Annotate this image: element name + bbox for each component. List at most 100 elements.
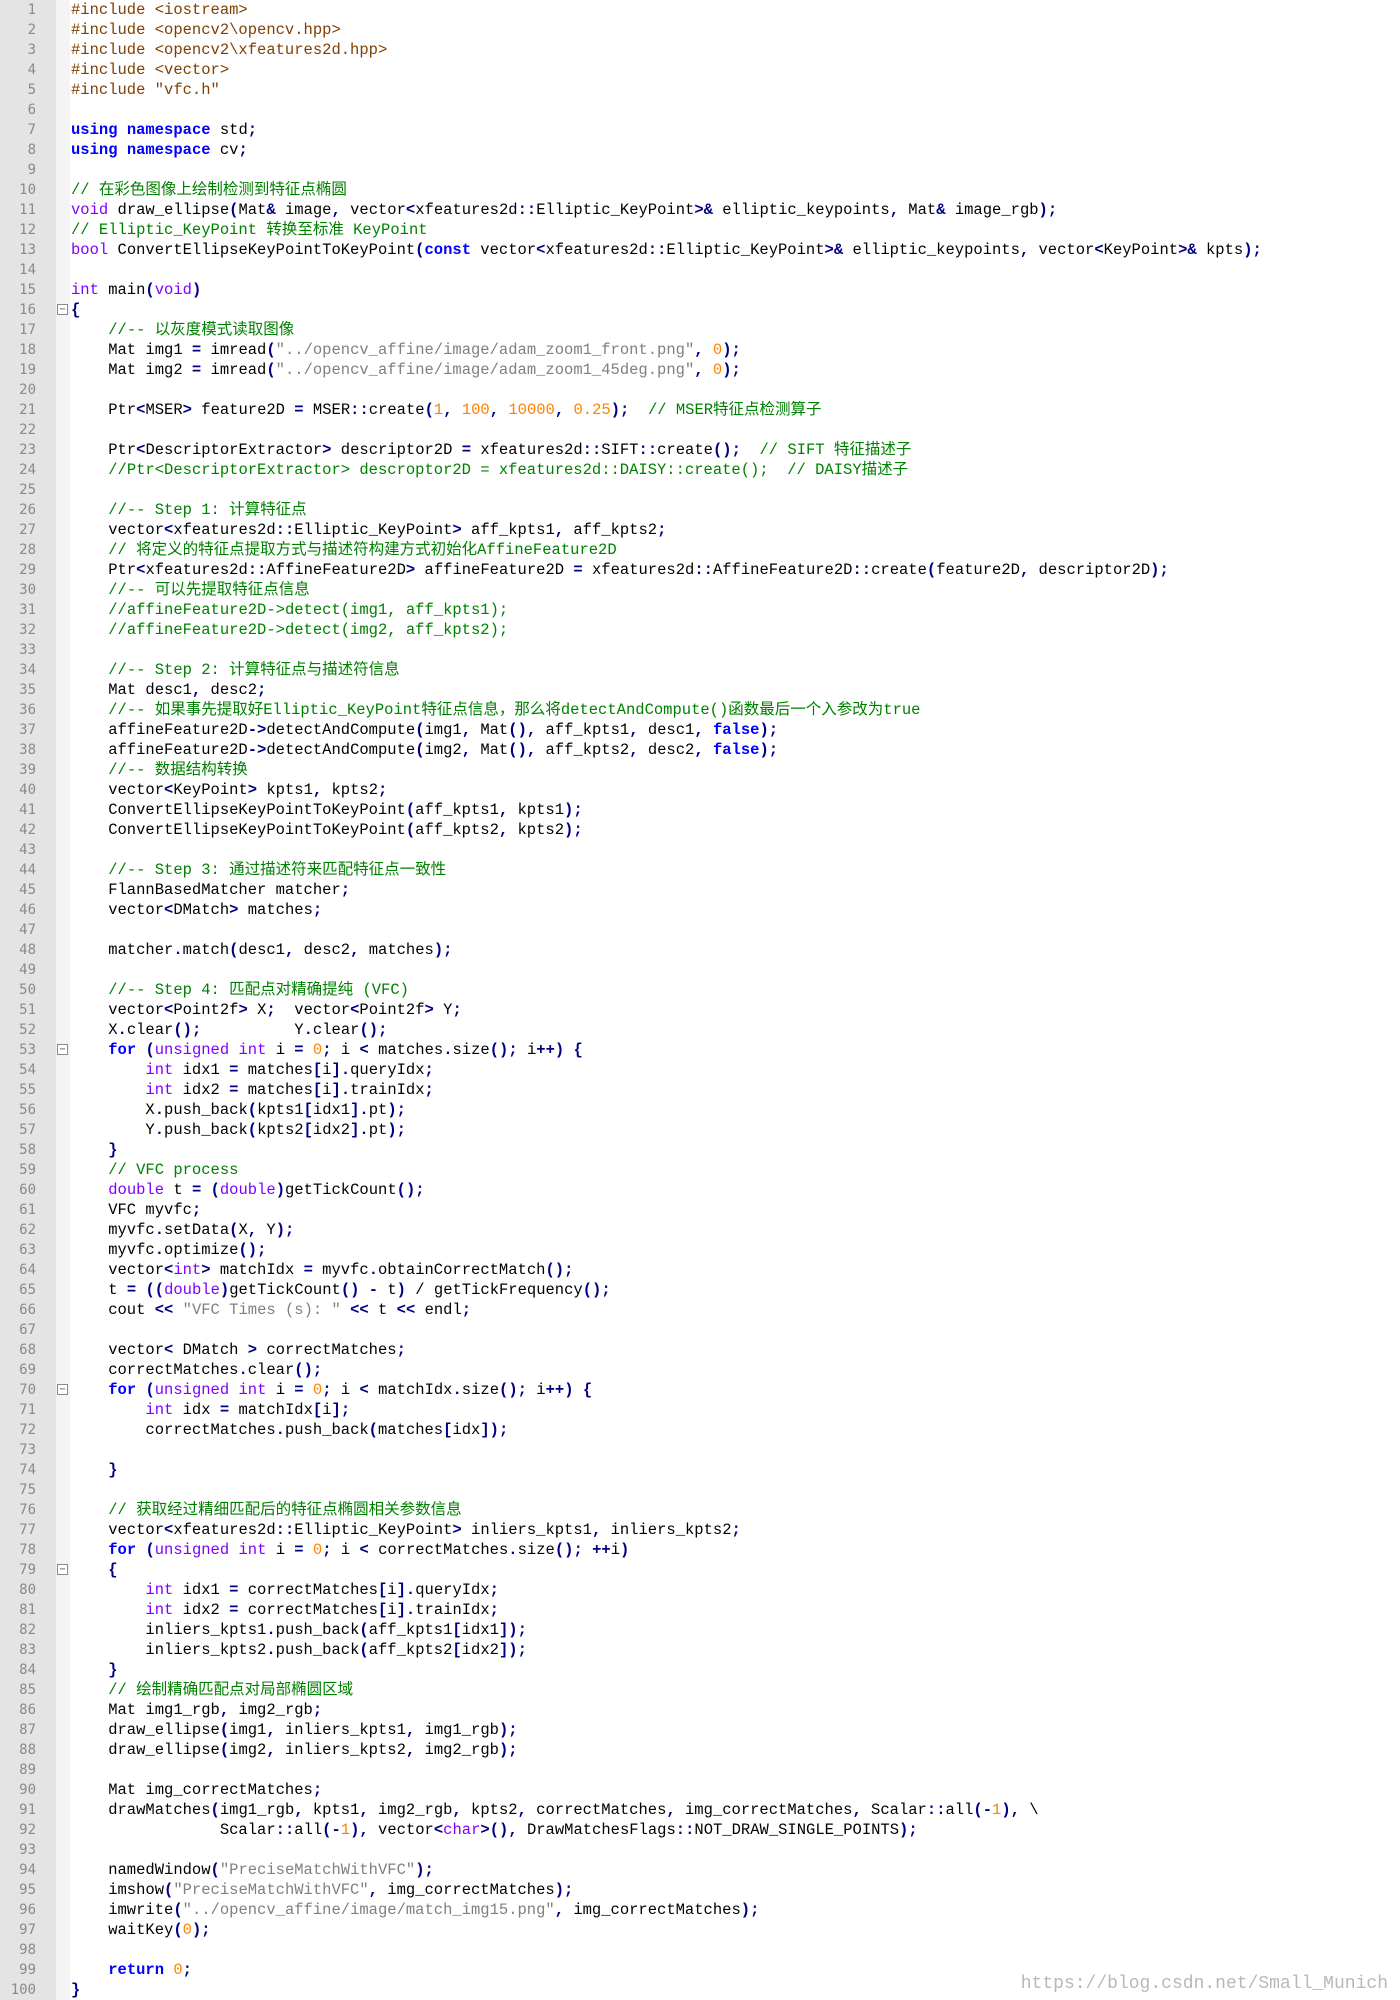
code-line[interactable]: 47 — [0, 920, 1400, 940]
code-line[interactable]: 53 − for (unsigned int i = 0; i < matches… — [0, 1040, 1400, 1060]
code-line[interactable]: 27 vector<xfeatures2d::Elliptic_KeyPoint… — [0, 520, 1400, 540]
code-line[interactable]: 52 X.clear(); Y.clear(); — [0, 1020, 1400, 1040]
code-line[interactable]: 74 } — [0, 1460, 1400, 1480]
code-line[interactable]: 62 myvfc.setData(X, Y); — [0, 1220, 1400, 1240]
code-line[interactable]: 54 int idx1 = matches[i].queryIdx; — [0, 1060, 1400, 1080]
code-line[interactable]: 9 — [0, 160, 1400, 180]
code-line[interactable]: 32 //affineFeature2D->detect(img2, aff_k… — [0, 620, 1400, 640]
code-line[interactable]: 19 Mat img2 = imread("../opencv_affine/i… — [0, 360, 1400, 380]
code-line[interactable]: 90 Mat img_correctMatches; — [0, 1780, 1400, 1800]
code-line[interactable]: 73 — [0, 1440, 1400, 1460]
code-line[interactable]: 48 matcher.match(desc1, desc2, matches); — [0, 940, 1400, 960]
code-line[interactable]: 15 int main(void) — [0, 280, 1400, 300]
code-line[interactable]: 10 // 在彩色图像上绘制检测到特征点椭圆 — [0, 180, 1400, 200]
code-line[interactable]: 98 — [0, 1940, 1400, 1960]
code-line[interactable]: 34 //-- Step 2: 计算特征点与描述符信息 — [0, 660, 1400, 680]
code-line[interactable]: 58 } — [0, 1140, 1400, 1160]
code-line[interactable]: 45 FlannBasedMatcher matcher; — [0, 880, 1400, 900]
code-line[interactable]: 66 cout << "VFC Times (s): " << t << end… — [0, 1300, 1400, 1320]
code-line[interactable]: 18 Mat img1 = imread("../opencv_affine/i… — [0, 340, 1400, 360]
code-line[interactable]: 42 ConvertEllipseKeyPointToKeyPoint(aff_… — [0, 820, 1400, 840]
fold-toggle-icon[interactable]: − — [57, 1384, 68, 1395]
code-line[interactable]: 60 double t = (double)getTickCount(); — [0, 1180, 1400, 1200]
code-line[interactable]: 56 X.push_back(kpts1[idx1].pt); — [0, 1100, 1400, 1120]
code-line[interactable]: 6 — [0, 100, 1400, 120]
code-line[interactable]: 70 − for (unsigned int i = 0; i < matchId… — [0, 1380, 1400, 1400]
code-line[interactable]: 28 // 将定义的特征点提取方式与描述符构建方式初始化AffineFeatur… — [0, 540, 1400, 560]
code-line[interactable]: 88 draw_ellipse(img2, inliers_kpts2, img… — [0, 1740, 1400, 1760]
code-line[interactable]: 61 VFC myvfc; — [0, 1200, 1400, 1220]
code-line[interactable]: 43 — [0, 840, 1400, 860]
code-line[interactable]: 71 int idx = matchIdx[i]; — [0, 1400, 1400, 1420]
code-line[interactable]: 83 inliers_kpts2.push_back(aff_kpts2[idx… — [0, 1640, 1400, 1660]
code-line[interactable]: 64 vector<int> matchIdx = myvfc.obtainCo… — [0, 1260, 1400, 1280]
code-line[interactable]: 94 namedWindow("PreciseMatchWithVFC"); — [0, 1860, 1400, 1880]
code-line[interactable]: 92 Scalar::all(-1), vector<char>(), Draw… — [0, 1820, 1400, 1840]
code-line[interactable]: 8 using namespace cv; — [0, 140, 1400, 160]
code-line[interactable]: 14 — [0, 260, 1400, 280]
code-line[interactable]: 68 vector< DMatch > correctMatches; — [0, 1340, 1400, 1360]
code-line[interactable]: 2 #include <opencv2\opencv.hpp> — [0, 20, 1400, 40]
code-line[interactable]: 7 using namespace std; — [0, 120, 1400, 140]
code-line[interactable]: 49 — [0, 960, 1400, 980]
fold-toggle-icon[interactable]: − — [57, 304, 68, 315]
code-line[interactable]: 75 — [0, 1480, 1400, 1500]
code-line[interactable]: 33 — [0, 640, 1400, 660]
code-line[interactable]: 17 //-- 以灰度模式读取图像 — [0, 320, 1400, 340]
code-line[interactable]: 93 — [0, 1840, 1400, 1860]
code-line[interactable]: 76 // 获取经过精细匹配后的特征点椭圆相关参数信息 — [0, 1500, 1400, 1520]
code-line[interactable]: 16 −{ — [0, 300, 1400, 320]
code-line[interactable]: 21 Ptr<MSER> feature2D = MSER::create(1,… — [0, 400, 1400, 420]
code-line[interactable]: 81 int idx2 = correctMatches[i].trainIdx… — [0, 1600, 1400, 1620]
code-line[interactable]: 59 // VFC process — [0, 1160, 1400, 1180]
code-line[interactable]: 31 //affineFeature2D->detect(img1, aff_k… — [0, 600, 1400, 620]
code-line[interactable]: 72 correctMatches.push_back(matches[idx]… — [0, 1420, 1400, 1440]
code-editor[interactable]: 1 #include <iostream> 2 #include <opencv2\o… — [0, 0, 1400, 2000]
code-line[interactable]: 79 − { — [0, 1560, 1400, 1580]
code-line[interactable]: 20 — [0, 380, 1400, 400]
code-line[interactable]: 55 int idx2 = matches[i].trainIdx; — [0, 1080, 1400, 1100]
code-line[interactable]: 82 inliers_kpts1.push_back(aff_kpts1[idx… — [0, 1620, 1400, 1640]
code-line[interactable]: 96 imwrite("../opencv_affine/image/match… — [0, 1900, 1400, 1920]
code-line[interactable]: 67 — [0, 1320, 1400, 1340]
code-line[interactable]: 35 Mat desc1, desc2; — [0, 680, 1400, 700]
code-line[interactable]: 80 int idx1 = correctMatches[i].queryIdx… — [0, 1580, 1400, 1600]
code-line[interactable]: 57 Y.push_back(kpts2[idx2].pt); — [0, 1120, 1400, 1140]
code-line[interactable]: 51 vector<Point2f> X; vector<Point2f> Y; — [0, 1000, 1400, 1020]
code-line[interactable]: 91 drawMatches(img1_rgb, kpts1, img2_rgb… — [0, 1800, 1400, 1820]
code-line[interactable]: 25 — [0, 480, 1400, 500]
code-line[interactable]: 38 affineFeature2D->detectAndCompute(img… — [0, 740, 1400, 760]
code-line[interactable]: 11 void draw_ellipse(Mat& image, vector<x… — [0, 200, 1400, 220]
code-line[interactable]: 24 //Ptr<DescriptorExtractor> descroptor… — [0, 460, 1400, 480]
code-line[interactable]: 40 vector<KeyPoint> kpts1, kpts2; — [0, 780, 1400, 800]
code-line[interactable]: 69 correctMatches.clear(); — [0, 1360, 1400, 1380]
code-line[interactable]: 84 } — [0, 1660, 1400, 1680]
code-line[interactable]: 23 Ptr<DescriptorExtractor> descriptor2D… — [0, 440, 1400, 460]
code-line[interactable]: 13 bool ConvertEllipseKeyPointToKeyPoint(… — [0, 240, 1400, 260]
code-line[interactable]: 63 myvfc.optimize(); — [0, 1240, 1400, 1260]
code-line[interactable]: 86 Mat img1_rgb, img2_rgb; — [0, 1700, 1400, 1720]
code-line[interactable]: 4 #include <vector> — [0, 60, 1400, 80]
code-line[interactable]: 95 imshow("PreciseMatchWithVFC", img_cor… — [0, 1880, 1400, 1900]
fold-toggle-icon[interactable]: − — [57, 1564, 68, 1575]
code-line[interactable]: 77 vector<xfeatures2d::Elliptic_KeyPoint… — [0, 1520, 1400, 1540]
code-line[interactable]: 12 // Elliptic_KeyPoint 转换至标准 KeyPoint — [0, 220, 1400, 240]
code-line[interactable]: 85 // 绘制精确匹配点对局部椭圆区域 — [0, 1680, 1400, 1700]
code-line[interactable]: 87 draw_ellipse(img1, inliers_kpts1, img… — [0, 1720, 1400, 1740]
code-line[interactable]: 39 //-- 数据结构转换 — [0, 760, 1400, 780]
code-line[interactable]: 65 t = ((double)getTickCount() - t) / ge… — [0, 1280, 1400, 1300]
code-line[interactable]: 37 affineFeature2D->detectAndCompute(img… — [0, 720, 1400, 740]
code-line[interactable]: 5 #include "vfc.h" — [0, 80, 1400, 100]
code-line[interactable]: 78 for (unsigned int i = 0; i < correctM… — [0, 1540, 1400, 1560]
code-line[interactable]: 26 //-- Step 1: 计算特征点 — [0, 500, 1400, 520]
code-line[interactable]: 22 — [0, 420, 1400, 440]
code-line[interactable]: 97 waitKey(0); — [0, 1920, 1400, 1940]
code-line[interactable]: 36 //-- 如果事先提取好Elliptic_KeyPoint特征点信息，那么… — [0, 700, 1400, 720]
code-line[interactable]: 44 //-- Step 3: 通过描述符来匹配特征点一致性 — [0, 860, 1400, 880]
code-line[interactable]: 89 — [0, 1760, 1400, 1780]
code-line[interactable]: 41 ConvertEllipseKeyPointToKeyPoint(aff_… — [0, 800, 1400, 820]
code-line[interactable]: 50 //-- Step 4: 匹配点对精确提纯 (VFC) — [0, 980, 1400, 1000]
code-line[interactable]: 30 //-- 可以先提取特征点信息 — [0, 580, 1400, 600]
code-line[interactable]: 29 Ptr<xfeatures2d::AffineFeature2D> aff… — [0, 560, 1400, 580]
fold-toggle-icon[interactable]: − — [57, 1044, 68, 1055]
